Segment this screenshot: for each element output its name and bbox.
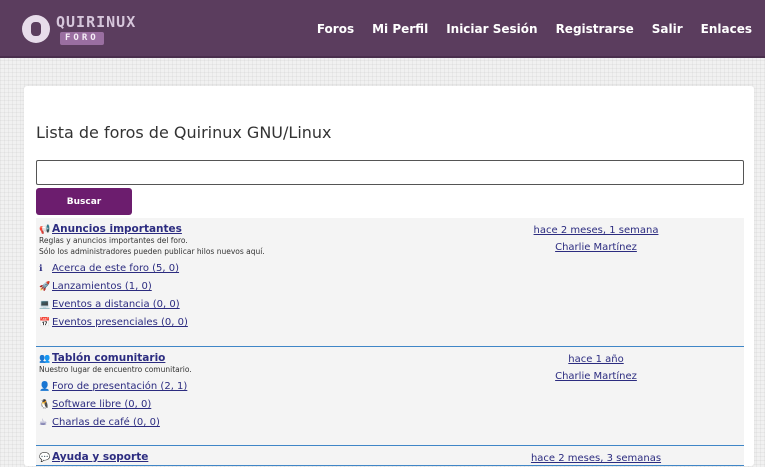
nav-mi-perfil[interactable]: Mi Perfil [372,22,428,36]
subforum-link[interactable]: 🐧 Software libre (0, 0) [39,399,741,411]
nav-iniciar-sesion[interactable]: Iniciar Sesión [446,22,537,36]
subforum-label: Charlas de café (0, 0) [52,417,160,428]
quirinux-logo[interactable]: QUIRINUX FORO [22,11,172,47]
logo-word: QUIRINUX [56,13,137,31]
subforum-label: Acerca de este foro (5, 0) [52,263,180,274]
subforum-link[interactable]: 💻 Eventos a distancia (0, 0) [39,299,741,311]
subforum-label: Foro de presentación (2, 1) [52,381,188,392]
last-post-user[interactable]: Charlie Martínez [476,239,716,256]
forum-title: Ayuda y soporte [52,451,149,463]
subforum-link[interactable]: 🚀 Lanzamientos (1, 0) [39,281,741,293]
subforum-link[interactable]: ☕ Charlas de café (0, 0) [39,417,741,429]
last-post-time[interactable]: hace 2 meses, 1 semana [476,222,716,239]
last-post: hace 1 año Charlie Martínez [476,351,716,385]
forum-title: Anuncios importantes [52,223,182,235]
forum-category: 💬 Ayuda y soporte hace 2 meses, 3 semanas [36,446,744,466]
last-post-time[interactable]: hace 2 meses, 3 semanas [476,450,716,467]
megaphone-icon: 📢 [39,225,51,235]
subforum-link[interactable]: 📅 Eventos presenciales (0, 0) [39,317,741,329]
last-post-user[interactable]: Charlie Martínez [476,368,716,385]
forum-category: 👥 Tablón comunitario Nuestro lugar de enc… [36,347,744,446]
top-navbar: QUIRINUX FORO Foros Mi Perfil Iniciar Se… [0,0,765,58]
rocket-icon: 🚀 [39,282,51,292]
logo-emblem-icon [22,15,50,43]
main-nav: Foros Mi Perfil Iniciar Sesión Registrar… [299,0,752,58]
nav-registrarse[interactable]: Registrarse [556,22,634,36]
subforum-label: Software libre (0, 0) [52,399,152,410]
user-icon: 👤 [39,382,51,392]
search-button[interactable]: Buscar [36,188,132,215]
laptop-icon: 💻 [39,300,51,310]
page-title: Lista de foros de Quirinux GNU/Linux [36,123,332,142]
forum-list: 📢 Anuncios importantes Reglas y anuncios … [36,218,744,466]
info-icon: ℹ [39,264,43,274]
search-input[interactable] [36,160,744,185]
coffee-icon: ☕ [39,418,48,428]
chat-icon: 💬 [39,453,51,463]
calendar-icon: 📅 [39,318,51,328]
forum-title: Tablón comunitario [52,352,166,364]
forum-category: 📢 Anuncios importantes Reglas y anuncios … [36,218,744,347]
nav-enlaces[interactable]: Enlaces [701,22,752,36]
content-card: Lista de foros de Quirinux GNU/Linux Bus… [24,86,754,466]
nav-foros[interactable]: Foros [317,22,354,36]
subforum-label: Eventos presenciales (0, 0) [52,317,188,328]
logo-subtitle: FORO [60,32,104,45]
subforum-link[interactable]: ℹ Acerca de este foro (5, 0) [39,263,741,275]
subforum-label: Eventos a distancia (0, 0) [52,299,180,310]
last-post-time[interactable]: hace 1 año [476,351,716,368]
penguin-icon: 🐧 [39,400,51,410]
last-post: hace 2 meses, 1 semana Charlie Martínez [476,222,716,256]
people-icon: 👥 [39,354,51,364]
nav-salir[interactable]: Salir [652,22,683,36]
last-post: hace 2 meses, 3 semanas [476,450,716,467]
subforum-label: Lanzamientos (1, 0) [52,281,152,292]
